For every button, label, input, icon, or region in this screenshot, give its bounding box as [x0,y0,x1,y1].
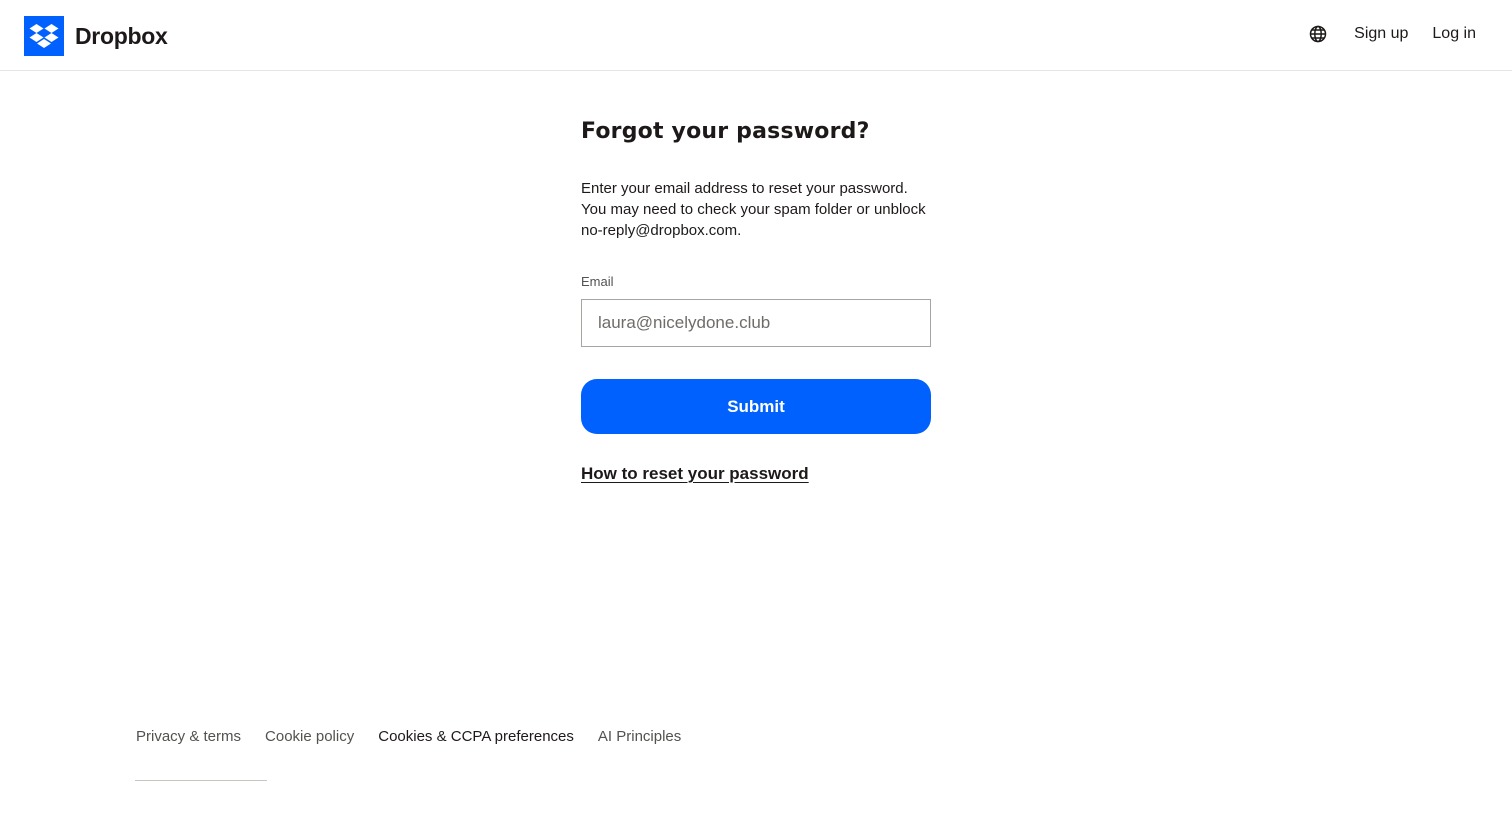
brand-name: Dropbox [75,22,168,49]
instructions-line: You may need to check your spam folder o… [581,201,926,218]
page-title: Forgot your password? [581,119,870,144]
instructions-line: Enter your email address to reset your p… [581,180,908,197]
top-header: Dropbox Sign up Log in [0,0,1512,71]
cookie-policy-link[interactable]: Cookie policy [265,728,354,745]
ai-principles-link[interactable]: AI Principles [598,728,681,745]
footer-divider [135,780,267,781]
sign-up-link[interactable]: Sign up [1354,25,1408,43]
globe-icon[interactable] [1308,24,1328,44]
instructions-text: Enter your email address to reset your p… [581,178,931,241]
privacy-terms-link[interactable]: Privacy & terms [136,728,241,745]
log-in-link[interactable]: Log in [1432,25,1476,43]
dropbox-box-icon [24,16,64,56]
submit-button[interactable]: Submit [581,379,931,434]
reset-help-link[interactable]: How to reset your password [581,464,809,484]
email-field[interactable] [581,299,931,347]
header-nav: Sign up Log in [1308,24,1476,44]
dropbox-logo[interactable]: Dropbox [24,16,168,56]
email-label: Email [581,274,614,289]
instructions-line: no-reply@dropbox.com. [581,222,742,239]
reset-password-form: Forgot your password? Enter your email a… [581,112,931,484]
cookie-preferences-link[interactable]: Cookies & CCPA preferences [378,728,574,745]
footer-links: Privacy & terms Cookie policy Cookies & … [136,728,705,745]
